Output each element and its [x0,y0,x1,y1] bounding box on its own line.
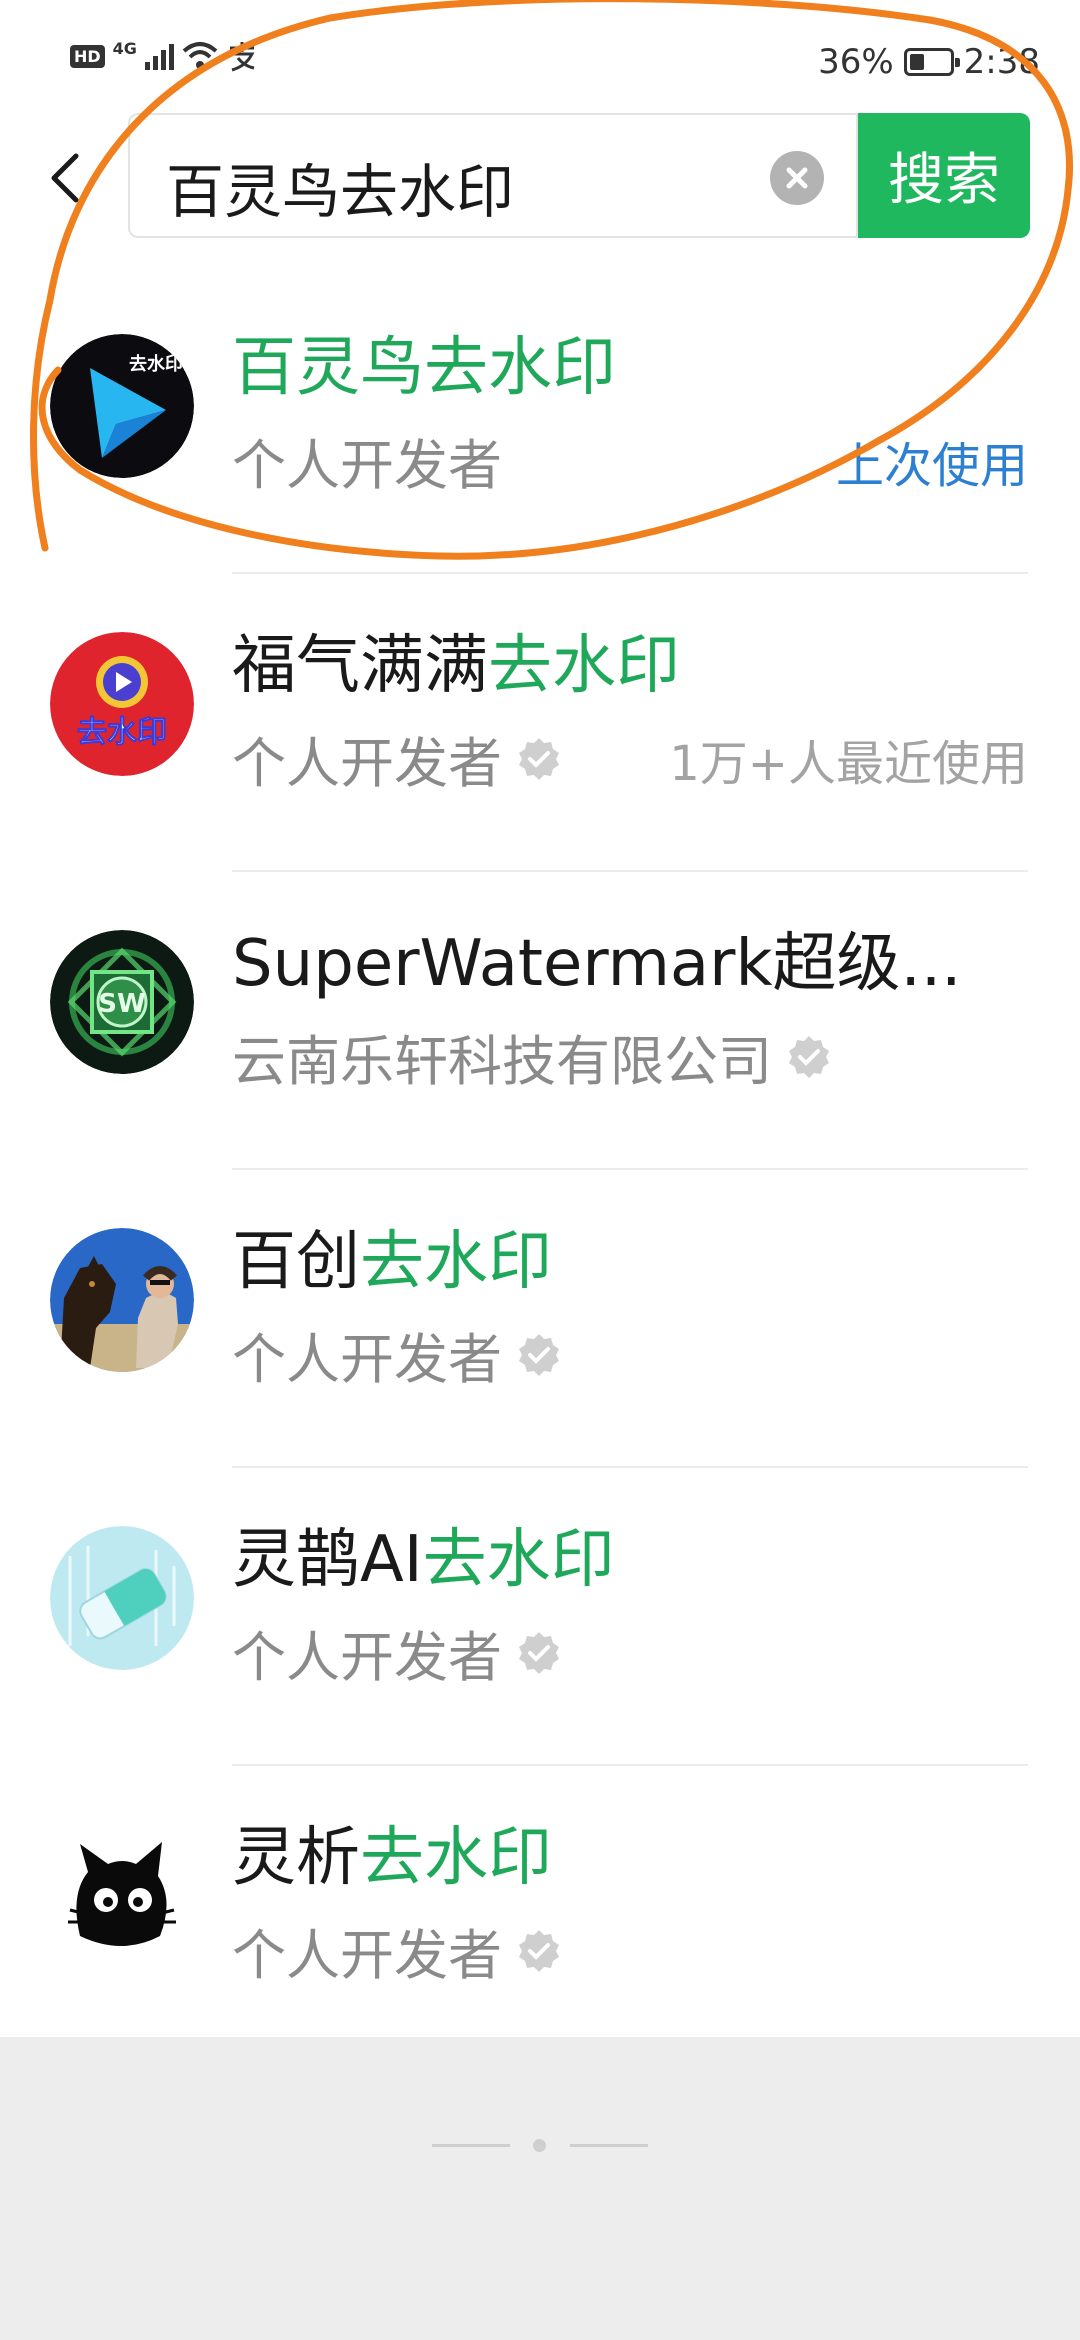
developer-label: 个人开发者 [232,719,562,798]
eraser-logo-icon [50,1526,194,1670]
status-left: HD 4G [70,38,258,72]
developer-label: 云南乐轩科技有限公司 [232,1017,832,1096]
svg-text:SW: SW [98,989,145,1019]
battery-icon [903,48,960,76]
verified-badge-icon [789,1035,829,1078]
search-row: 百灵鸟去水印 搜索 [0,110,1080,245]
result-title: 福气满满去水印 [232,629,680,703]
list-item[interactable]: 灵析去水印 个人开发者 [0,1766,1080,2064]
footer-line-right [570,2144,648,2147]
list-footer [0,2037,1080,2340]
list-item[interactable]: 灵鹊AI去水印 个人开发者 [0,1468,1080,1766]
developer-label: 个人开发者 [232,1613,562,1692]
green-sw-logo-icon: SW [50,930,194,1074]
wifi-icon [182,42,218,69]
back-arrow-icon [51,153,79,203]
list-item[interactable]: 去水印 百灵鸟去水印 个人开发者 上次使用 [0,276,1080,574]
close-icon [786,167,808,189]
verified-badge-icon [519,737,559,780]
alipay-icon [229,42,255,72]
signal-icon [144,42,174,70]
network-type: 4G [112,38,137,58]
svg-text:去水印: 去水印 [129,353,183,375]
blue-swift-logo-icon: 去水印 [50,334,194,478]
result-title: 灵析去水印 [232,1821,552,1895]
hd-badge: HD [70,44,105,68]
clock: 2:38 [963,42,1040,82]
result-title: 百灵鸟去水印 [232,331,616,405]
verified-badge-icon [519,1333,559,1376]
search-button[interactable]: 搜索 [858,113,1030,238]
developer-label: 个人开发者 [232,434,502,497]
developer-label: 个人开发者 [232,1911,562,1990]
search-input[interactable]: 百灵鸟去水印 [128,113,858,238]
status-right: 36% 2:38 [818,42,1040,82]
clear-search-button[interactable] [770,151,824,205]
developer-label: 个人开发者 [232,1315,562,1394]
footer-dot [533,2139,546,2152]
footer-line-left [432,2144,510,2147]
verified-badge-icon [519,1631,559,1674]
list-item[interactable]: SW SuperWatermark超级... 云南乐轩科技有限公司 [0,872,1080,1170]
result-title: SuperWatermark超级... [232,927,962,1001]
black-cat-logo-icon [50,1824,194,1968]
red-play-logo-icon: 去水印 [50,632,194,776]
list-item[interactable]: 百创去水印 个人开发者 [0,1170,1080,1468]
back-button[interactable] [36,140,92,216]
result-title: 百创去水印 [232,1225,552,1299]
battery-percent: 36% [818,42,894,82]
search-query: 百灵鸟去水印 [166,158,515,226]
dog-photo-avatar-icon [50,1228,194,1372]
status-bar: HD 4G 36% 2:38 [0,0,1080,110]
usage-count-label: 1万+人最近使用 [669,736,1028,792]
result-title: 灵鹊AI去水印 [232,1523,615,1597]
verified-badge-icon [519,1929,559,1972]
svg-text:去水印: 去水印 [77,715,167,750]
list-item[interactable]: 去水印 福气满满去水印 个人开发者 1万+人最近使用 [0,574,1080,872]
last-used-label: 上次使用 [835,438,1028,494]
